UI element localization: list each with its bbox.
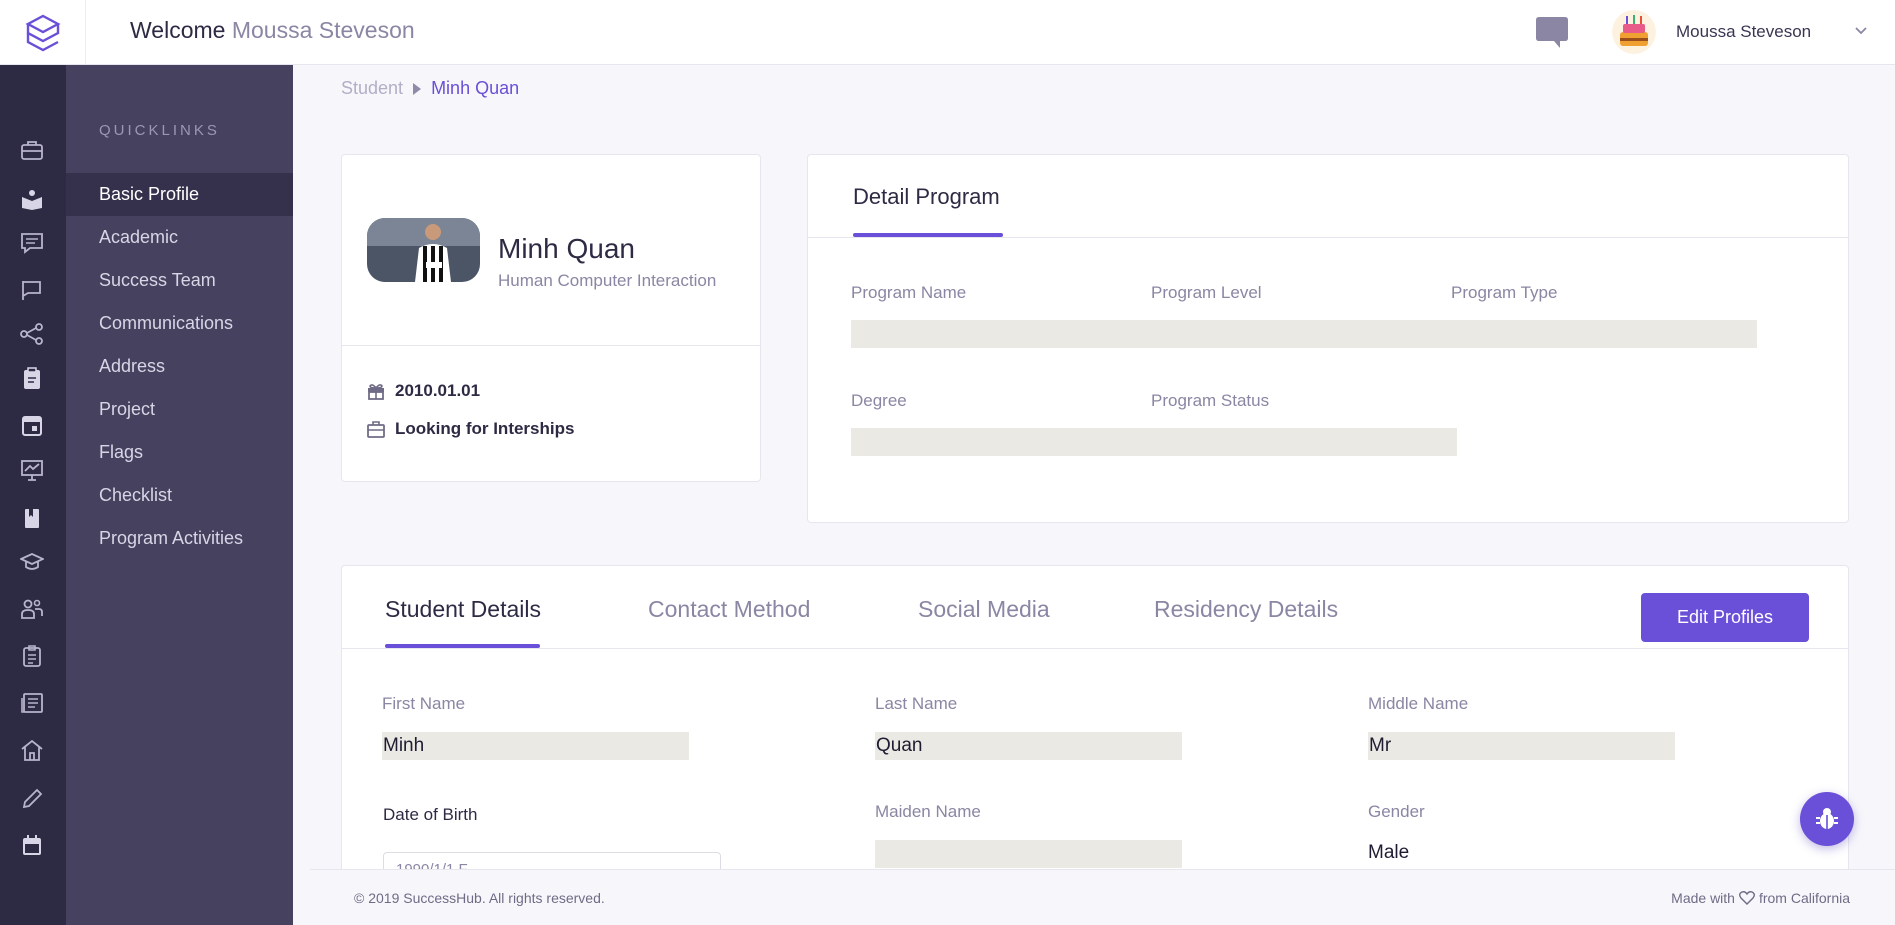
tab-contact-method[interactable]: Contact Method xyxy=(648,596,810,623)
quicklink-academic[interactable]: Academic xyxy=(66,216,293,259)
quicklink-address[interactable]: Address xyxy=(66,345,293,388)
gender-label: Gender xyxy=(1368,802,1425,821)
chart-icon[interactable] xyxy=(19,457,45,483)
welcome-text: Welcome Moussa Steveson xyxy=(130,17,415,44)
program-fields-value xyxy=(851,320,1757,348)
birthday-value: 2010.01.01 xyxy=(395,381,481,400)
tab-residency-details[interactable]: Residency Details xyxy=(1154,596,1338,623)
first-name-value: Minh xyxy=(383,735,425,756)
welcome-username: Moussa Steveson xyxy=(231,17,415,43)
quicklink-project[interactable]: Project xyxy=(66,388,293,431)
quicklink-program-activities[interactable]: Program Activities xyxy=(66,517,293,560)
pencil-icon[interactable] xyxy=(19,785,45,811)
calendar-alt-icon[interactable] xyxy=(19,832,45,858)
program-type-label: Program Type xyxy=(1451,283,1558,302)
bug-icon xyxy=(1816,808,1838,829)
quicklink-checklist[interactable]: Checklist xyxy=(66,474,293,517)
book-icon[interactable] xyxy=(19,505,45,531)
team-icon[interactable] xyxy=(19,596,45,622)
briefcase-icon xyxy=(367,421,385,438)
detail-program-card: Detail Program Program Name Program Leve… xyxy=(807,154,1849,523)
calendar-icon[interactable] xyxy=(19,412,45,438)
made-with: Made with from California xyxy=(1671,890,1850,906)
tab-detail-program[interactable]: Detail Program xyxy=(853,184,1000,210)
quicklink-success-team[interactable]: Success Team xyxy=(66,259,293,302)
footer: © 2019 SuccessHub. All rights reserved. … xyxy=(310,869,1895,925)
status-value: Looking for Interships xyxy=(395,419,575,438)
tab-divider xyxy=(808,237,1848,238)
flag-icon[interactable] xyxy=(19,277,45,303)
graduation-cap-icon[interactable] xyxy=(19,549,45,575)
program-level-label: Program Level xyxy=(1151,283,1262,302)
user-name[interactable]: Moussa Steveson xyxy=(1676,22,1811,42)
logo[interactable] xyxy=(0,0,86,65)
quicklink-communications[interactable]: Communications xyxy=(66,302,293,345)
quicklink-flags[interactable]: Flags xyxy=(66,431,293,474)
first-name-field[interactable] xyxy=(382,732,689,760)
book-open-icon[interactable] xyxy=(19,186,45,212)
gender-value[interactable]: Male xyxy=(1368,842,1409,864)
tab-divider xyxy=(342,648,1848,649)
top-bar: Welcome Moussa Steveson Moussa Steveson xyxy=(0,0,1895,65)
profile-photo xyxy=(367,218,480,282)
from-text: from California xyxy=(1758,890,1850,906)
maiden-name-field[interactable] xyxy=(875,840,1182,868)
status-row: Looking for Interships xyxy=(367,419,574,439)
cake-avatar-icon xyxy=(1612,10,1656,54)
bug-report-button[interactable] xyxy=(1800,792,1854,846)
chevron-down-icon[interactable] xyxy=(1853,22,1869,38)
last-name-value: Quan xyxy=(876,735,923,756)
middle-name-value: Mr xyxy=(1369,735,1392,756)
dob-label: Date of Birth xyxy=(383,805,478,824)
tab-social-media[interactable]: Social Media xyxy=(918,596,1050,623)
maiden-name-label: Maiden Name xyxy=(875,802,981,821)
program-status-label: Program Status xyxy=(1151,391,1270,410)
breadcrumb-arrow-icon xyxy=(413,82,422,95)
degree-status-value xyxy=(851,428,1457,456)
avatar[interactable] xyxy=(1612,10,1656,54)
made-with-text: Made with xyxy=(1671,890,1735,906)
breadcrumb-parent[interactable]: Student xyxy=(341,78,403,99)
first-name-label: First Name xyxy=(382,694,466,713)
birthday-row: 2010.01.01 xyxy=(367,381,480,401)
home-icon[interactable] xyxy=(19,737,45,763)
quicklinks-sidebar: QUICKLINKS Basic Profile Academic Succes… xyxy=(66,65,293,925)
gift-icon xyxy=(368,384,384,400)
degree-label: Degree xyxy=(851,391,907,410)
chat-icon[interactable] xyxy=(1534,16,1570,50)
heart-icon xyxy=(1739,891,1755,905)
profile-card: Minh Quan Human Computer Interaction 201… xyxy=(341,154,761,482)
profile-major: Human Computer Interaction xyxy=(498,271,717,290)
clipboard-icon[interactable] xyxy=(19,365,45,391)
profile-divider xyxy=(342,345,760,346)
profile-name: Minh Quan xyxy=(498,233,635,264)
tab-student-details[interactable]: Student Details xyxy=(385,596,541,623)
news-icon[interactable] xyxy=(19,690,45,716)
icon-rail xyxy=(0,65,66,925)
breadcrumb: Student Minh Quan xyxy=(341,78,519,99)
quicklinks-title: QUICKLINKS xyxy=(99,122,220,139)
middle-name-label: Middle Name xyxy=(1368,694,1469,713)
middle-name-field[interactable] xyxy=(1368,732,1675,760)
quicklink-basic-profile[interactable]: Basic Profile xyxy=(66,173,293,216)
program-name-label: Program Name xyxy=(851,283,967,302)
copyright: © 2019 SuccessHub. All rights reserved. xyxy=(354,890,605,906)
welcome-prefix: Welcome xyxy=(130,17,226,43)
edit-profiles-button[interactable]: Edit Profiles xyxy=(1641,593,1809,642)
message-icon[interactable] xyxy=(19,230,45,256)
cube-logo-icon xyxy=(24,14,61,51)
briefcase-icon[interactable] xyxy=(19,137,45,163)
breadcrumb-current: Minh Quan xyxy=(431,78,520,98)
checklist-icon[interactable] xyxy=(19,643,45,669)
last-name-label: Last Name xyxy=(875,694,958,713)
share-icon[interactable] xyxy=(19,321,45,347)
